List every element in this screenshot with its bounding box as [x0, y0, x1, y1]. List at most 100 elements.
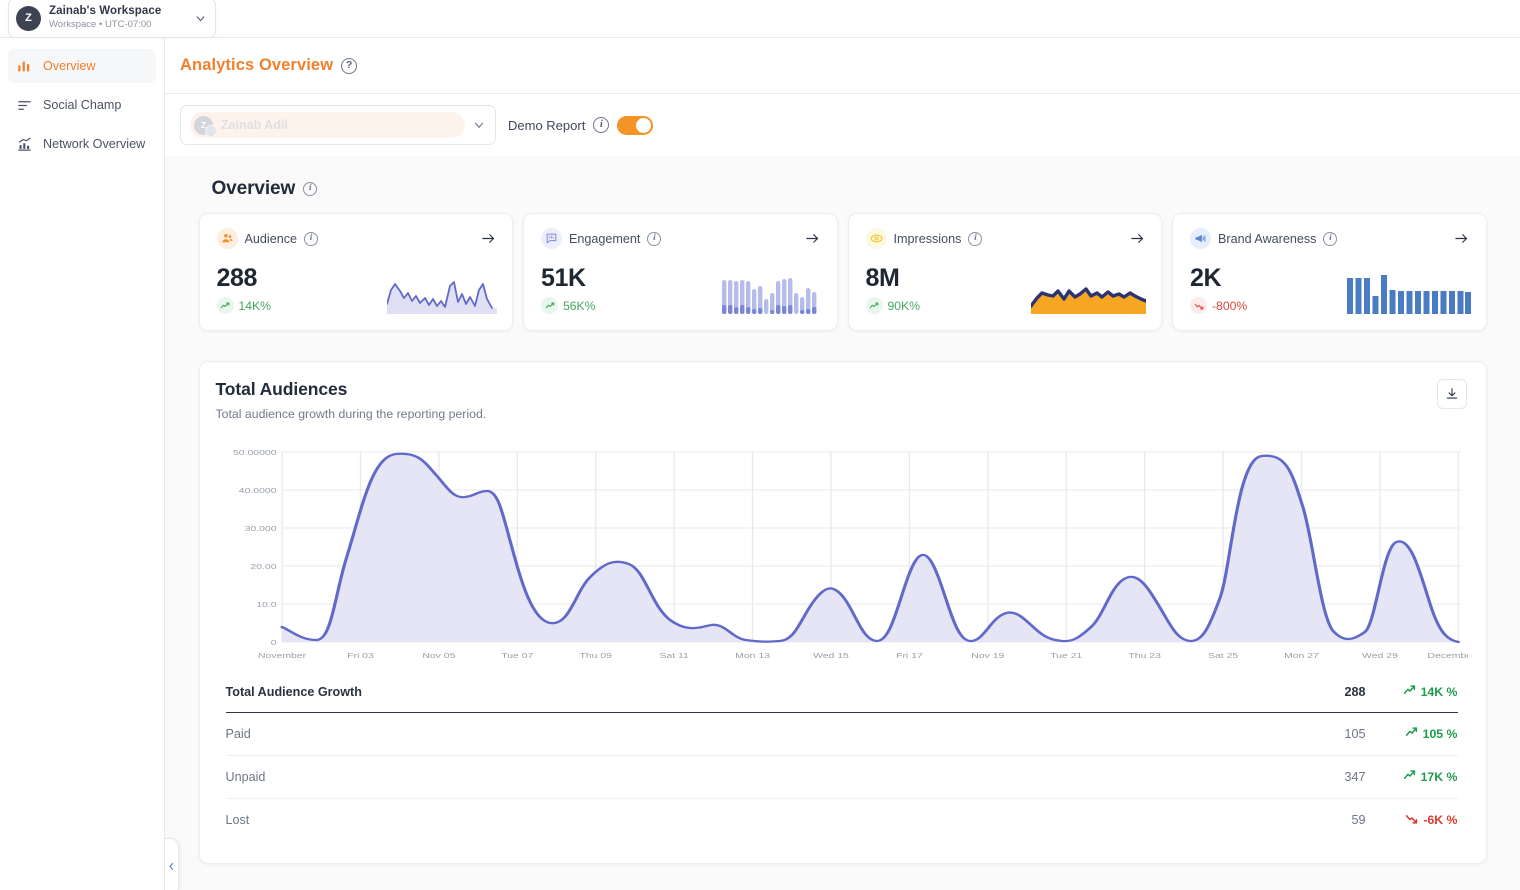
chevron-left-icon — [167, 858, 176, 876]
card-label: Engagement — [569, 231, 641, 246]
demo-report-toggle[interactable] — [617, 115, 654, 135]
card-delta: 90K% — [865, 297, 920, 314]
x-tick-label: Nov 05 — [422, 651, 455, 659]
card-value: 8M — [865, 264, 900, 292]
sparkline-brand-awareness — [1257, 264, 1471, 314]
workspace-text: Zainab's Workspace Workspace • UTC-07:00 — [49, 5, 183, 31]
metric-card-impressions[interactable]: Impressions i 8M 90K% — [847, 213, 1162, 331]
card-header: Brand Awareness i — [1190, 228, 1471, 249]
trend-up-icon — [1405, 726, 1418, 742]
table-row: Lost 59 -6K % — [226, 799, 1458, 842]
card-figures: 2K -800% — [1190, 266, 1247, 314]
y-tick-label: 50.00000 — [232, 448, 276, 456]
trend-down-icon — [1190, 297, 1207, 314]
row-change: 105 % — [1366, 713, 1458, 756]
card-delta: 56K% — [541, 297, 596, 314]
demo-report-control: Demo Report i — [508, 115, 654, 135]
trend-up-icon — [1403, 769, 1416, 785]
chat-bars-icon — [541, 228, 562, 249]
info-icon[interactable]: i — [647, 231, 662, 246]
card-value: 288 — [216, 264, 258, 292]
metric-card-audience[interactable]: Audience i 288 14K% — [198, 213, 513, 331]
card-figures: 288 14K% — [216, 264, 271, 314]
trend-up-icon — [865, 297, 883, 314]
sidebar: Overview Social Champ Network Overview — [0, 38, 165, 890]
row-change: 14K % — [1366, 674, 1458, 713]
card-figures: 51K 56K% — [541, 266, 596, 314]
sidebar-item-social-champ[interactable]: Social Champ — [8, 88, 156, 122]
card-label: Audience — [244, 231, 298, 246]
workspace-name: Zainab's Workspace — [49, 4, 162, 17]
card-label: Impressions — [893, 231, 962, 246]
x-tick-label: November — [257, 651, 305, 659]
chevron-down-icon[interactable] — [191, 9, 209, 27]
row-label: Total Audience Growth — [225, 685, 362, 699]
info-icon[interactable]: i — [593, 117, 610, 133]
sidebar-item-network-overview[interactable]: Network Overview — [8, 127, 156, 161]
scroll-area[interactable]: Overview i Audience i 288 14K% Engagemen… — [165, 156, 1520, 890]
card-body: 2K -800% — [1190, 262, 1471, 314]
x-tick-label: Thu 23 — [1128, 651, 1161, 659]
card-open-arrow-icon[interactable] — [479, 230, 497, 248]
avatar: Z — [194, 115, 217, 137]
x-tick-label: Tue 07 — [501, 651, 533, 659]
card-body: 51K 56K% — [541, 262, 822, 314]
info-icon[interactable]: i — [304, 231, 319, 246]
row-change: 17K % — [1366, 756, 1458, 799]
question-mark-icon[interactable]: ? — [341, 57, 358, 74]
card-open-arrow-icon[interactable] — [804, 230, 822, 248]
x-tick-label: Sat 11 — [659, 651, 688, 659]
metric-card-brand-awareness[interactable]: Brand Awareness i 2K -800% — [1172, 213, 1487, 331]
card-header: Audience i — [216, 228, 498, 249]
y-tick-label: 30.000 — [244, 524, 276, 532]
row-value: 59 — [1351, 813, 1366, 827]
page-header: Analytics Overview ? — [165, 38, 1520, 94]
card-label: Brand Awareness — [1218, 231, 1317, 246]
page-title: Analytics Overview — [180, 56, 334, 74]
table-row: Paid 105 105 % — [225, 713, 1458, 756]
info-icon[interactable]: i — [1323, 231, 1338, 246]
row-label: Paid — [225, 727, 251, 741]
sparkline-engagement — [606, 264, 822, 314]
card-body: 8M 90K% — [865, 262, 1146, 314]
card-open-arrow-icon[interactable] — [1128, 230, 1146, 248]
metric-cards: Audience i 288 14K% Engagement i 51K 56K… — [198, 213, 1488, 331]
card-open-arrow-icon[interactable] — [1453, 230, 1471, 248]
app-body: Overview Social Champ Network Overview A… — [0, 38, 1520, 890]
sparkline-audience — [281, 264, 497, 314]
row-pct-value: -6K % — [1423, 813, 1458, 827]
info-icon[interactable]: i — [968, 231, 983, 246]
workspace-switcher[interactable]: Z Zainab's Workspace Workspace • UTC-07:… — [8, 0, 216, 38]
x-tick-label: Wed 29 — [1362, 651, 1398, 659]
panel-subtitle: Total audience growth during the reporti… — [215, 407, 487, 421]
x-tick-label: Tue 21 — [1050, 651, 1082, 659]
sidebar-item-overview[interactable]: Overview — [8, 49, 156, 83]
sidebar-item-label: Social Champ — [43, 98, 122, 112]
x-tick-label: Sat 25 — [1208, 651, 1238, 659]
people-group-icon — [216, 228, 238, 249]
sidebar-collapse-toggle[interactable] — [165, 838, 179, 890]
megaphone-icon — [1190, 228, 1211, 249]
lines-list-icon — [16, 97, 32, 113]
chevron-down-icon[interactable] — [471, 117, 487, 133]
overview-section-header: Overview i — [198, 156, 1488, 213]
eye-icon — [865, 228, 887, 249]
panel-title: Total Audiences — [215, 379, 348, 399]
x-tick-label: December — [1427, 651, 1468, 659]
y-tick-label: 0 — [270, 638, 276, 646]
info-icon[interactable]: i — [303, 182, 318, 196]
workspace-avatar: Z — [16, 5, 41, 31]
download-icon[interactable] — [1436, 379, 1467, 409]
card-delta: 14K% — [216, 297, 271, 314]
x-tick-label: Thu 09 — [579, 651, 612, 659]
total-audiences-panel: Total Audiences Total audience growth du… — [198, 361, 1487, 864]
metric-card-engagement[interactable]: Engagement i 51K 56K% — [523, 213, 838, 331]
bar-chart-trend-icon — [16, 136, 32, 152]
card-value: 2K — [1190, 264, 1222, 292]
account-select[interactable]: Z Zainab Adil — [180, 105, 496, 145]
x-tick-label: Nov 19 — [971, 651, 1004, 659]
sidebar-item-label: Network Overview — [43, 137, 146, 151]
workspace-topbar: Z Zainab's Workspace Workspace • UTC-07:… — [0, 0, 1520, 38]
x-tick-label: Mon 27 — [1284, 651, 1319, 659]
sidebar-item-label: Overview — [43, 59, 96, 73]
